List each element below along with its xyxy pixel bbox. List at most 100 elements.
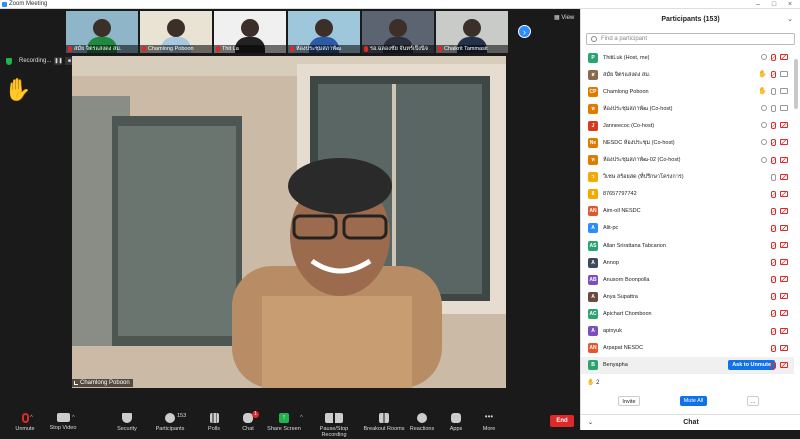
video-off-icon — [780, 173, 788, 180]
participant-row[interactable]: Ne NESDC ห้องประชุม (Co-host) — [581, 134, 794, 151]
participant-row[interactable]: J Janneecoc (Co-host) — [581, 117, 794, 134]
participant-name: Benyapha — [603, 362, 628, 369]
share-screen-button[interactable]: ↑ Share Screen ^ — [259, 413, 309, 432]
share-screen-icon: ↑ — [279, 413, 289, 423]
participant-row[interactable]: ห ห้องประชุมสภาพัฒ-02 (Co-host) — [581, 152, 794, 169]
audio-options-caret-icon[interactable]: ^ — [30, 415, 33, 421]
participant-status-icons — [771, 224, 788, 232]
participant-row[interactable]: AC Apichart Chomboon — [581, 305, 794, 322]
video-off-icon — [780, 242, 788, 249]
invite-button[interactable]: Invite — [618, 396, 640, 406]
participant-status-icons — [761, 54, 788, 61]
mic-icon — [771, 173, 776, 181]
participant-thumbnail[interactable]: Chaikrit Tammasit — [436, 11, 508, 53]
find-participant-input[interactable]: Find a participant — [586, 33, 795, 45]
participant-list-scrollbar[interactable] — [794, 59, 798, 109]
participant-row[interactable]: ส สมัย จิตรแสงดง สม. ✋ — [581, 66, 794, 83]
mic-muted-icon — [771, 276, 776, 284]
more-dots-icon: ••• — [484, 412, 494, 421]
participant-status-icons: ✋ — [758, 71, 788, 79]
avatar: AN — [588, 343, 598, 354]
mic-muted-icon — [216, 46, 220, 52]
video-off-icon — [780, 327, 788, 334]
panel-options-chevron-icon[interactable]: ⌄ — [787, 9, 793, 31]
participant-row[interactable]: P ThitiLuk (Host, me) — [581, 49, 794, 66]
participant-thumbnail[interactable]: Chamlong Poboon — [140, 11, 212, 53]
mic-muted-icon — [771, 54, 776, 61]
participant-name: Aim-oll NESDC — [603, 208, 641, 215]
avatar: A — [588, 223, 598, 234]
participant-status-icons — [771, 259, 788, 267]
participant-name: Chamlong Poboon — [603, 88, 649, 95]
participant-row[interactable]: 8 87657797742 — [581, 186, 794, 203]
participant-head — [315, 19, 333, 37]
participant-row[interactable]: CP Chamlong Poboon ✋ — [581, 83, 794, 100]
participants-icon — [165, 413, 175, 423]
participant-row[interactable]: A Anya Supattra — [581, 288, 794, 305]
participant-row[interactable]: A Annop — [581, 254, 794, 271]
participant-row[interactable]: AN Arpapat NESDC — [581, 340, 794, 357]
participant-row[interactable]: Aapinyuk — [581, 323, 794, 340]
mic-muted-icon — [142, 46, 146, 52]
chat-panel-header[interactable]: ⌄ Chat — [581, 414, 800, 430]
close-window-button[interactable]: × — [784, 0, 796, 9]
avatar: B — [588, 360, 598, 371]
participant-thumbnail[interactable]: รอ.ฉลองชัย จันทร์เป็งนิจ — [362, 11, 434, 53]
raised-hand-icon: ✋ — [4, 77, 32, 102]
mic-muted-icon — [771, 310, 776, 318]
participant-row[interactable]: AB Anusorn Boonpolla — [581, 271, 794, 288]
thumbnail-name-tag: ห้องประชุมสภาพัฒ — [288, 45, 360, 53]
view-button[interactable]: ▦ View — [554, 14, 574, 21]
thumbnail-name: ห้องประชุมสภาพัฒ — [296, 46, 342, 52]
next-page-arrow-icon[interactable]: › — [518, 25, 531, 38]
video-on-icon — [780, 71, 788, 78]
mic-muted-icon — [771, 293, 776, 301]
share-options-caret-icon[interactable]: ^ — [300, 415, 303, 421]
ask-to-unmute-button[interactable]: Ask to Unmute — [728, 359, 775, 370]
participant-row[interactable]: AS Allan Srirattana Tabcanon — [581, 237, 794, 254]
participant-thumbnail[interactable]: ห้องประชุมสภาพัฒ — [288, 11, 360, 53]
unmute-label: Unmute — [15, 426, 35, 432]
participant-row[interactable]: B Benyapha Ask to Unmute — [581, 356, 794, 374]
polls-label: Polls — [208, 426, 220, 432]
search-icon — [591, 36, 597, 42]
video-options-caret-icon[interactable]: ^ — [72, 415, 75, 421]
participant-row[interactable]: ห ห้องประชุมสภาพัฒ (Co-host) — [581, 100, 794, 117]
end-meeting-button[interactable]: End — [550, 415, 574, 427]
thumbnail-strip: สมัย จิตรแสงดง สม. Chamlong Poboon Thit La… — [66, 11, 508, 53]
video-off-icon — [780, 156, 788, 163]
participant-thumbnail[interactable]: สมัย จิตรแสงดง สม. — [66, 11, 138, 53]
mute-all-button[interactable]: Mute All — [680, 396, 707, 406]
participant-name: Arpapat NESDC — [603, 345, 644, 352]
panel-title: Participants (153) — [661, 16, 720, 23]
minimize-button[interactable]: – — [752, 0, 764, 9]
participant-name: Anusorn Boonpolla — [603, 276, 650, 283]
pause-stop-recording-button[interactable]: Pause/Stop Recording — [308, 413, 360, 438]
participant-name: 87657797742 — [603, 191, 637, 198]
panel-more-button[interactable]: ... — [747, 396, 759, 406]
chat-collapse-chevron-icon[interactable]: ⌄ — [588, 415, 593, 431]
video-off-icon — [780, 54, 788, 60]
participant-row[interactable]: ว วิเชษ สร้อยสด (ที่ปรึกษาโครงการ) — [581, 169, 794, 186]
window-titlebar: Zoom Meeting – □ × — [0, 0, 800, 9]
participant-name: Alit-pc — [603, 225, 619, 232]
participant-thumbnail[interactable]: Thit La — [214, 11, 286, 53]
avatar: 8 — [588, 189, 598, 200]
participants-button[interactable]: Participants 153 — [145, 413, 195, 432]
chat-unread-badge: 1 — [252, 411, 259, 418]
video-off-icon — [780, 344, 788, 351]
panel-header: Participants (153) ⌄ — [581, 9, 800, 31]
record-label: Pause/Stop Recording — [319, 426, 349, 438]
participant-row[interactable]: AN Aim-oll NESDC — [581, 203, 794, 220]
stop-video-button[interactable]: Stop Video ^ — [38, 413, 88, 431]
more-button[interactable]: ••• More — [464, 412, 514, 433]
zoom-logo-icon — [2, 2, 7, 7]
pause-recording-icon[interactable]: ❚❚ — [54, 57, 63, 65]
smiley-icon — [417, 413, 427, 423]
maximize-button[interactable]: □ — [768, 0, 780, 9]
active-speaker-video: Chamlong Poboon — [72, 56, 506, 388]
participant-status-icons — [761, 156, 788, 164]
mic-muted-icon — [771, 122, 776, 130]
security-label: Security — [117, 426, 137, 432]
participant-row[interactable]: A Alit-pc — [581, 220, 794, 237]
